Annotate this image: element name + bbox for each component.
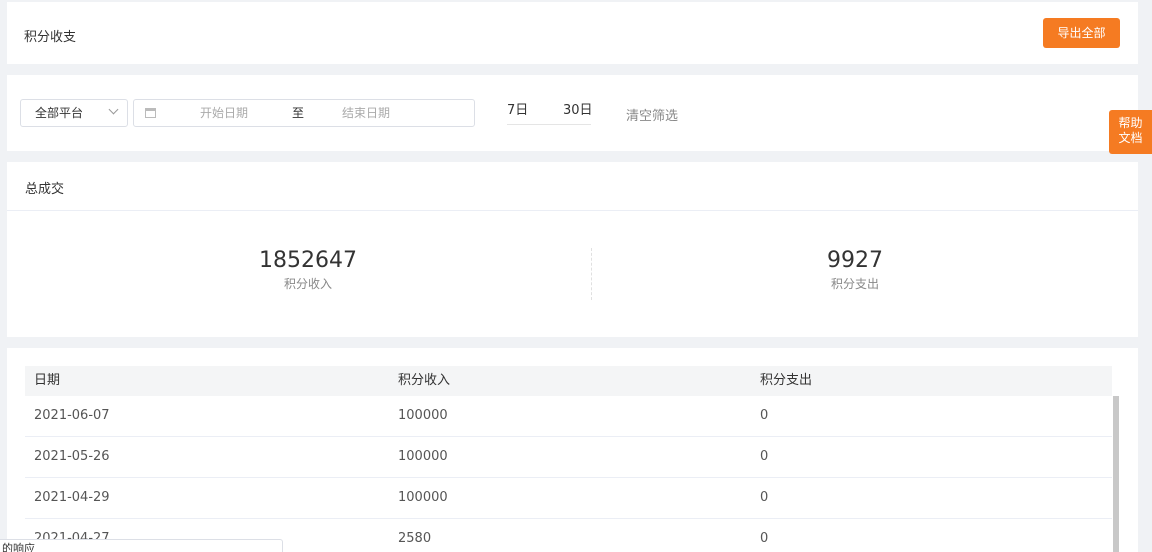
tooltip: 的响应 xyxy=(0,539,283,552)
summary-card: 总成交 1852647 积分收入 9927 积分支出 xyxy=(7,162,1138,337)
income-label: 积分收入 xyxy=(283,277,332,291)
help-docs-label-line1: 帮助 xyxy=(1118,116,1143,130)
quick-7-days-button[interactable]: 7日 xyxy=(507,99,528,118)
header-card: 积分收支 导出全部 xyxy=(7,2,1138,64)
date-range-picker[interactable]: 开始日期 至 结束日期 xyxy=(133,99,475,127)
column-header-date: 日期 xyxy=(34,373,61,388)
row-expense: 0 xyxy=(760,490,769,505)
start-date-input[interactable]: 开始日期 xyxy=(200,100,248,126)
table-scrollbar[interactable] xyxy=(1113,396,1119,552)
table-row: 2021-05-26 100000 0 xyxy=(25,437,1112,478)
expense-stat: 9927 积分支出 xyxy=(705,248,1005,292)
row-income: 2580 xyxy=(398,531,432,546)
row-date: 2021-04-29 xyxy=(34,490,110,505)
platform-select-value: 全部平台 xyxy=(35,106,84,120)
quick-range-underline xyxy=(507,124,591,125)
export-all-button[interactable]: 导出全部 xyxy=(1043,18,1120,48)
table-card: 日期 积分收入 积分支出 2021-06-07 100000 0 2021-05… xyxy=(7,348,1138,552)
table-header: 日期 积分收入 积分支出 xyxy=(25,366,1112,396)
chevron-down-icon xyxy=(108,104,119,115)
help-docs-button[interactable]: 帮助 文档 xyxy=(1109,110,1152,154)
stat-divider xyxy=(591,248,592,300)
expense-label: 积分支出 xyxy=(830,277,879,291)
calendar-icon xyxy=(145,108,156,118)
row-expense: 0 xyxy=(760,449,769,464)
filter-card: 全部平台 开始日期 至 结束日期 7日 30日 清空筛选 xyxy=(7,75,1138,151)
table-row: 2021-04-29 100000 0 xyxy=(25,478,1112,519)
end-date-input[interactable]: 结束日期 xyxy=(342,100,390,126)
table-row: 2021-06-07 100000 0 xyxy=(25,396,1112,437)
clear-filter-button[interactable]: 清空筛选 xyxy=(626,105,678,124)
column-header-expense: 积分支出 xyxy=(760,373,813,388)
page-title: 积分收支 xyxy=(24,30,77,45)
row-income: 100000 xyxy=(398,408,448,423)
summary-title: 总成交 xyxy=(25,182,65,197)
column-header-income: 积分收入 xyxy=(398,373,451,388)
income-value: 1852647 xyxy=(259,248,357,273)
row-date: 2021-06-07 xyxy=(34,408,110,423)
platform-select[interactable]: 全部平台 xyxy=(20,99,128,127)
expense-value: 9927 xyxy=(827,248,883,273)
income-stat: 1852647 积分收入 xyxy=(158,248,458,292)
quick-30-days-button[interactable]: 30日 xyxy=(563,99,593,118)
row-income: 100000 xyxy=(398,490,448,505)
row-date: 2021-05-26 xyxy=(34,449,110,464)
row-expense: 0 xyxy=(760,408,769,423)
row-expense: 0 xyxy=(760,531,769,546)
summary-divider xyxy=(7,210,1138,211)
row-income: 100000 xyxy=(398,449,448,464)
help-docs-label-line2: 文档 xyxy=(1118,131,1143,145)
date-range-separator: 至 xyxy=(292,106,305,120)
